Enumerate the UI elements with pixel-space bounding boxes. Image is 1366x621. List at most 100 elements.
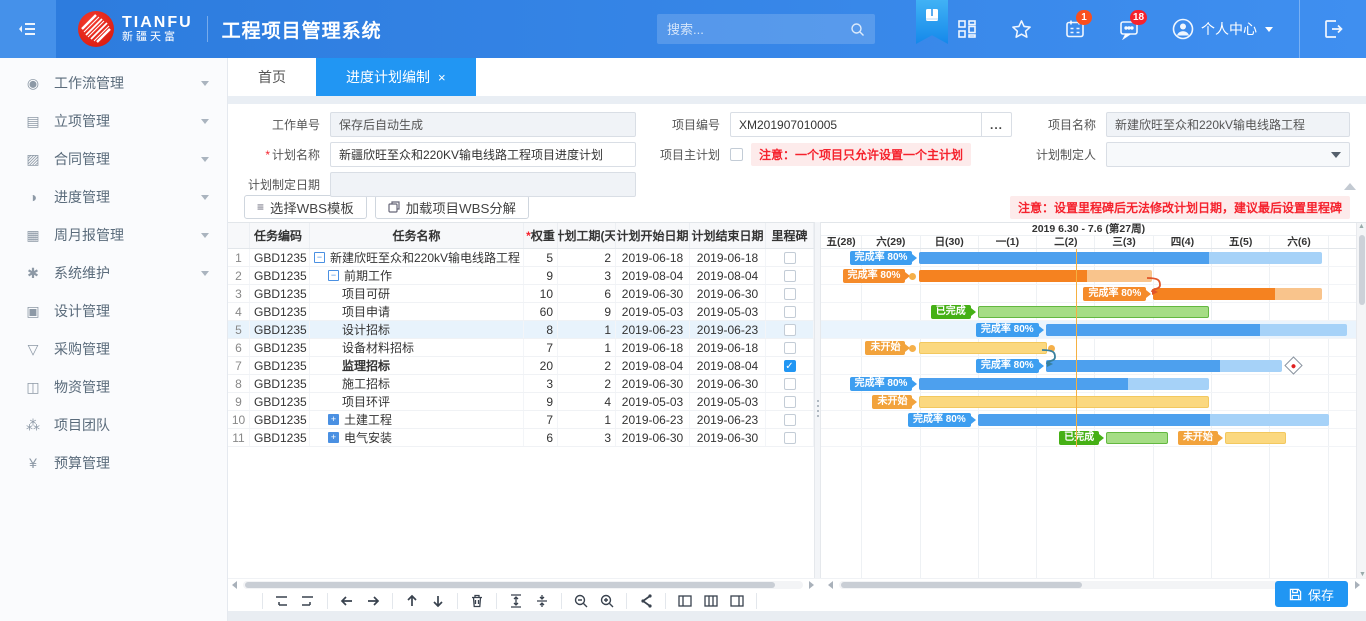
scroll-left-arrow[interactable]	[232, 581, 237, 589]
sidebar-item-budget[interactable]: ¥预算管理	[0, 444, 227, 482]
table-row[interactable]: 3GBD1235项目可研1062019-06-302019-06-30	[228, 285, 814, 303]
favorites-button[interactable]	[1009, 17, 1033, 41]
milestone-checkbox[interactable]	[784, 306, 796, 318]
gantt-bar[interactable]	[1153, 288, 1322, 300]
table-row[interactable]: 11GBD1235+电气安装632019-06-302019-06-30	[228, 429, 814, 447]
tab-close-icon[interactable]: ×	[438, 70, 446, 85]
arrow-up-button[interactable]	[404, 593, 420, 609]
zoom-out-button[interactable]	[573, 593, 589, 609]
scroll-right-arrow[interactable]	[809, 581, 814, 589]
gantt-bar[interactable]	[919, 396, 1209, 408]
gantt-bar[interactable]	[919, 270, 1152, 282]
global-search[interactable]	[657, 14, 875, 44]
arrow-right-button[interactable]	[365, 593, 381, 609]
table-h-scrollbar[interactable]	[243, 581, 803, 589]
budget-icon: ¥	[24, 455, 42, 471]
indent-button[interactable]	[300, 593, 316, 609]
gantt-bar[interactable]	[978, 306, 1210, 318]
gantt-h-scrollbar[interactable]	[839, 581, 1341, 589]
task-end-date: 2019-06-18	[690, 339, 766, 356]
sidebar-item-reports[interactable]: ▦周月报管理	[0, 216, 227, 254]
arrow-left-button[interactable]	[339, 593, 355, 609]
collapse-vertical-button[interactable]	[508, 593, 524, 609]
tree-collapse-icon[interactable]: −	[328, 270, 339, 281]
link-button[interactable]	[638, 593, 654, 609]
project-code-input[interactable]: XM201907010005	[730, 112, 982, 137]
search-input[interactable]	[667, 22, 850, 37]
milestone-checkbox[interactable]	[784, 252, 796, 264]
tree-expand-icon[interactable]: +	[328, 432, 339, 443]
milestone-checkbox[interactable]	[784, 288, 796, 300]
collapse-menu-button[interactable]	[0, 0, 56, 58]
tree-collapse-icon[interactable]: −	[314, 252, 325, 263]
messages-button[interactable]: 18	[1117, 17, 1141, 41]
save-button[interactable]: 保存	[1275, 581, 1348, 607]
form-collapse-arrow[interactable]	[1344, 183, 1356, 190]
gantt-bar[interactable]	[1046, 360, 1282, 372]
grid-apps-button[interactable]	[955, 17, 979, 41]
table-row[interactable]: 8GBD1235施工招标322019-06-302019-06-30	[228, 375, 814, 393]
gantt-bar[interactable]	[919, 378, 1209, 390]
milestone-checkbox[interactable]: ✓	[784, 360, 796, 372]
milestone-checkbox[interactable]	[784, 396, 796, 408]
table-row[interactable]: 6GBD1235设备材料招标712019-06-182019-06-18	[228, 339, 814, 357]
tab-schedule-plan[interactable]: 进度计划编制×	[316, 58, 476, 96]
user-center-menu[interactable]: 个人中心	[1171, 17, 1273, 41]
table-row[interactable]: 5GBD1235设计招标812019-06-232019-06-23	[228, 321, 814, 339]
tree-expand-icon[interactable]: +	[328, 414, 339, 425]
sidebar-item-workflow[interactable]: ◉工作流管理	[0, 64, 227, 102]
gantt-bar[interactable]	[919, 252, 1322, 264]
task-milestone-cell	[766, 411, 814, 428]
milestone-checkbox[interactable]	[784, 324, 796, 336]
layout-split-button[interactable]	[703, 593, 719, 609]
milestone-checkbox[interactable]	[784, 378, 796, 390]
project-code-more-button[interactable]: ...	[982, 112, 1012, 137]
arrow-down-button[interactable]	[430, 593, 446, 609]
sidebar-item-team[interactable]: ⁂项目团队	[0, 406, 227, 444]
milestone-diamond-icon[interactable]	[1284, 356, 1302, 374]
milestone-checkbox[interactable]	[784, 270, 796, 282]
gantt-bar[interactable]	[1046, 324, 1347, 336]
expand-vertical-button[interactable]	[534, 593, 550, 609]
milestone-checkbox[interactable]	[784, 432, 796, 444]
gantt-bar[interactable]	[1106, 432, 1168, 444]
table-row[interactable]: 1GBD1235−新建欣旺至众和220kV输电线路工程522019-06-182…	[228, 249, 814, 267]
sidebar-item-design[interactable]: ▣设计管理	[0, 292, 227, 330]
sidebar-item-initiation[interactable]: ▤立项管理	[0, 102, 227, 140]
table-row[interactable]: 4GBD1235项目申请6092019-05-032019-05-03	[228, 303, 814, 321]
milestone-checkbox[interactable]	[784, 414, 796, 426]
gantt-bar[interactable]	[1225, 432, 1287, 444]
sidebar-item-materials[interactable]: ◫物资管理	[0, 368, 227, 406]
plan-name-input[interactable]: 新疆欣旺至众和220KV输电线路工程项目进度计划	[330, 142, 636, 167]
sidebar-item-procurement[interactable]: ▽采购管理	[0, 330, 227, 368]
plan-date-input[interactable]	[330, 172, 636, 197]
zoom-in-button[interactable]	[599, 593, 615, 609]
sidebar-item-progress[interactable]: ◑进度管理	[0, 178, 227, 216]
tab-home[interactable]: 首页	[228, 58, 316, 96]
master-plan-checkbox[interactable]	[730, 148, 743, 161]
gantt-vertical-scrollbar[interactable]: ▲▼	[1356, 223, 1366, 578]
gantt-row: 完成率 80%	[821, 285, 1356, 303]
table-row[interactable]: 7GBD1235监理招标2022019-08-042019-08-04✓	[228, 357, 814, 375]
bookmark-ribbon-button[interactable]	[916, 0, 948, 44]
select-wbs-template-button[interactable]: ≡ 选择WBS模板	[244, 195, 367, 219]
gantt-bar[interactable]	[978, 414, 1329, 426]
gantt-bar[interactable]	[919, 342, 1047, 354]
pane-splitter[interactable]	[814, 222, 821, 578]
calendar-button[interactable]: 1	[1063, 17, 1087, 41]
logout-button[interactable]	[1299, 0, 1366, 58]
table-row[interactable]: 10GBD1235+土建工程712019-06-232019-06-23	[228, 411, 814, 429]
load-project-wbs-button[interactable]: 加载项目WBS分解	[375, 195, 529, 219]
sidebar-item-maintenance[interactable]: ✱系统维护	[0, 254, 227, 292]
milestone-checkbox[interactable]	[784, 342, 796, 354]
table-row[interactable]: 9GBD1235项目环评942019-05-032019-05-03	[228, 393, 814, 411]
trash-button[interactable]	[469, 593, 485, 609]
sidebar-item-contract[interactable]: ▨合同管理	[0, 140, 227, 178]
gantt-scroll-left-arrow[interactable]	[828, 581, 833, 589]
plan-maker-select[interactable]	[1106, 142, 1350, 167]
layout-left-button[interactable]	[677, 593, 693, 609]
table-row[interactable]: 2GBD1235−前期工作932019-08-042019-08-04	[228, 267, 814, 285]
gantt-scroll-right-arrow[interactable]	[1355, 581, 1360, 589]
outdent-button[interactable]	[274, 593, 290, 609]
layout-right-button[interactable]	[729, 593, 745, 609]
